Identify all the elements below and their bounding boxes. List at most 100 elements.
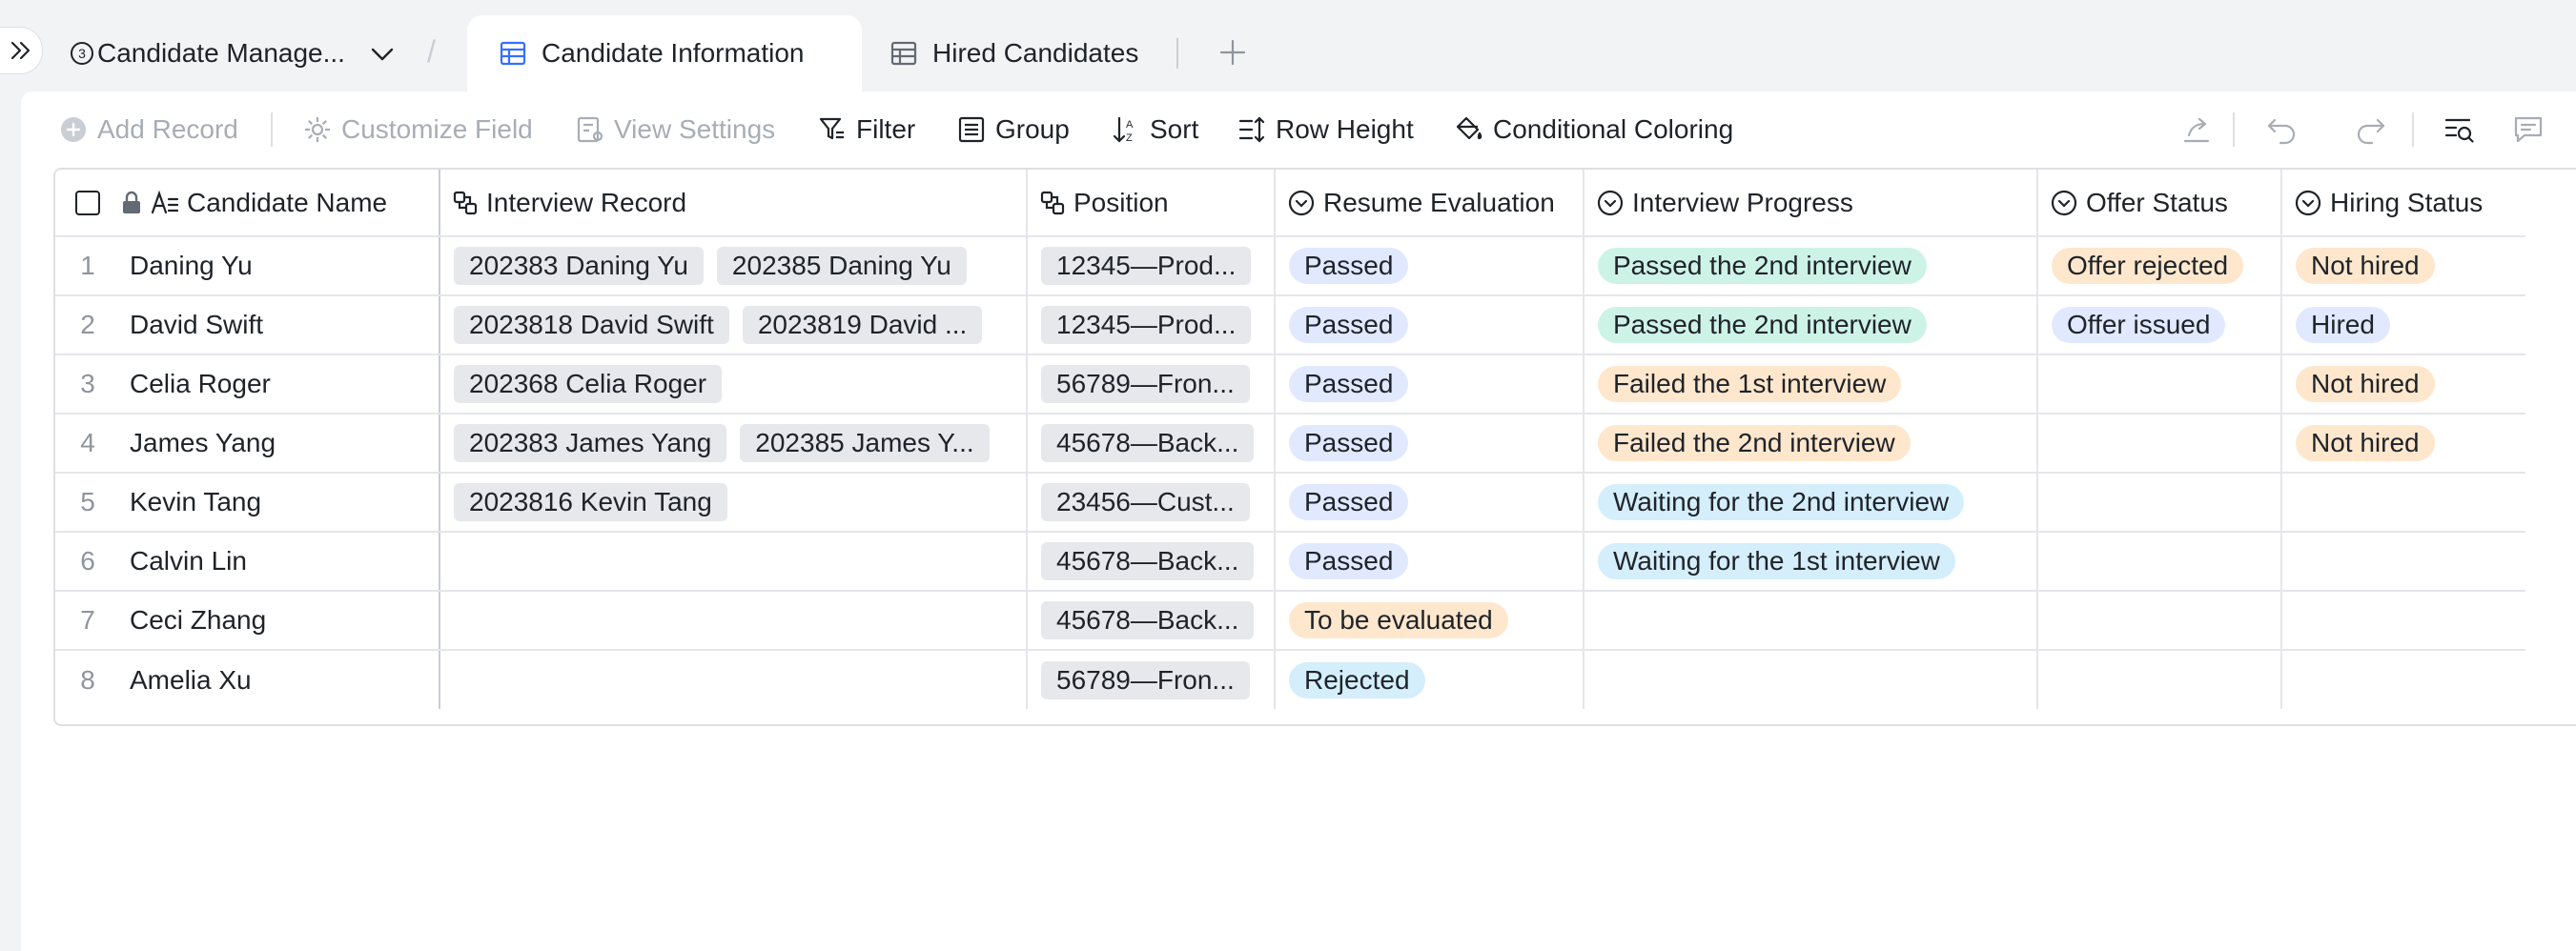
customize-field-button[interactable]: Customize Field	[303, 111, 533, 149]
hiring-status-cell[interactable]: Not hired	[2281, 236, 2525, 296]
hiring-status-cell[interactable]: Not hired	[2281, 354, 2525, 415]
position-cell[interactable]: 45678—Back...	[1027, 591, 1276, 651]
resume-evaluation-cell[interactable]: Passed	[1275, 236, 1584, 296]
interview-progress-cell[interactable]: Passed the 2nd interview	[1584, 236, 2038, 296]
position-cell[interactable]: 56789—Fron...	[1027, 354, 1276, 415]
row-height-button[interactable]: Row Height	[1237, 111, 1414, 149]
hiring-status-cell[interactable]	[2281, 650, 2525, 709]
resume-evaluation-cell[interactable]: Passed	[1275, 295, 1584, 355]
interview-record-cell[interactable]: 2023818 David Swift 2023819 David ...	[440, 295, 1028, 355]
search-records-icon[interactable]	[2443, 112, 2477, 147]
linked-record-tag[interactable]: 202368 Celia Roger	[454, 365, 723, 403]
position-cell[interactable]: 45678—Back...	[1027, 414, 1276, 474]
position-cell[interactable]: 12345—Prod...	[1027, 295, 1276, 355]
tab-hired-candidates[interactable]: Hired Candidates	[890, 15, 1138, 91]
linked-position-tag[interactable]: 12345—Prod...	[1041, 247, 1252, 285]
interview-progress-cell[interactable]	[1584, 591, 2038, 651]
resume-evaluation-cell[interactable]: To be evaluated	[1275, 591, 1584, 651]
hiring-status-cell[interactable]	[2281, 473, 2525, 533]
candidate-name-cell[interactable]: Ceci Zhang	[120, 591, 440, 651]
offer-status-cell[interactable]	[2037, 591, 2282, 651]
interview-record-cell[interactable]	[440, 532, 1028, 592]
offer-status-cell[interactable]	[2037, 532, 2282, 592]
interview-progress-cell[interactable]	[1584, 650, 2038, 709]
offer-status-cell[interactable]	[2037, 473, 2282, 533]
tab-candidate-information[interactable]: Candidate Information	[467, 15, 862, 91]
column-header-offer-status[interactable]: Offer Status	[2037, 170, 2282, 237]
column-header-candidate-name[interactable]: Candidate Name	[120, 170, 440, 237]
select-all-header[interactable]	[55, 170, 120, 237]
add-record-button[interactable]: Add Record	[59, 111, 238, 149]
interview-record-cell[interactable]: 202383 Daning Yu 202385 Daning Yu	[440, 236, 1028, 296]
linked-record-tag[interactable]: 202383 Daning Yu	[454, 247, 704, 285]
offer-status-cell[interactable]	[2037, 650, 2282, 709]
group-button[interactable]: Group	[957, 111, 1070, 149]
redo-icon[interactable]	[2353, 112, 2387, 147]
linked-record-tag[interactable]: 202383 James Yang	[454, 424, 727, 462]
offer-status-cell[interactable]	[2037, 354, 2282, 415]
candidate-name-cell[interactable]: David Swift	[120, 295, 440, 355]
linked-record-tag[interactable]: 2023816 Kevin Tang	[454, 483, 727, 521]
comment-icon[interactable]	[2511, 112, 2545, 147]
candidate-name-cell[interactable]: James Yang	[120, 414, 440, 474]
candidate-name-cell[interactable]: Calvin Lin	[120, 532, 440, 592]
resume-evaluation-cell[interactable]: Passed	[1275, 473, 1584, 533]
interview-record-cell[interactable]	[440, 650, 1028, 709]
undo-icon[interactable]	[2265, 112, 2300, 147]
share-icon[interactable]	[2179, 112, 2214, 147]
linked-position-tag[interactable]: 56789—Fron...	[1041, 660, 1250, 699]
sort-button[interactable]: AZ Sort	[1112, 111, 1198, 149]
linked-position-tag[interactable]: 45678—Back...	[1041, 424, 1255, 462]
select-all-checkbox[interactable]	[75, 190, 100, 215]
resume-evaluation-cell[interactable]: Rejected	[1275, 650, 1584, 709]
interview-progress-cell[interactable]: Passed the 2nd interview	[1584, 295, 2038, 355]
interview-progress-cell[interactable]: Failed the 2nd interview	[1584, 414, 2038, 474]
interview-progress-cell[interactable]: Failed the 1st interview	[1584, 354, 2038, 415]
plus-icon[interactable]	[1216, 36, 1249, 69]
column-header-position[interactable]: Position	[1027, 170, 1276, 237]
linked-record-tag[interactable]: 202385 Daning Yu	[716, 247, 967, 285]
column-header-interview-progress[interactable]: Interview Progress	[1584, 170, 2038, 237]
conditional-coloring-button[interactable]: Conditional Coloring	[1455, 111, 1733, 149]
interview-progress-cell[interactable]: Waiting for the 2nd interview	[1584, 473, 2038, 533]
interview-record-cell[interactable]: 202383 James Yang 202385 James Y...	[440, 414, 1028, 474]
resume-evaluation-cell[interactable]: Passed	[1275, 354, 1584, 415]
interview-record-cell[interactable]: 202368 Celia Roger	[440, 354, 1028, 415]
offer-status-cell[interactable]	[2037, 414, 2282, 474]
interview-record-cell[interactable]	[440, 591, 1028, 651]
column-header-hiring-status[interactable]: Hiring Status	[2281, 170, 2525, 237]
position-cell[interactable]: 56789—Fron...	[1027, 650, 1276, 709]
linked-position-tag[interactable]: 56789—Fron...	[1041, 365, 1250, 403]
linked-position-tag[interactable]: 23456—Cust...	[1041, 483, 1250, 521]
filter-button[interactable]: Filter	[818, 111, 915, 149]
linked-position-tag[interactable]: 45678—Back...	[1041, 601, 1255, 639]
hiring-status-cell[interactable]: Hired	[2281, 295, 2525, 355]
position-cell[interactable]: 23456—Cust...	[1027, 473, 1276, 533]
resume-evaluation-cell[interactable]: Passed	[1275, 532, 1584, 592]
hiring-status-cell[interactable]	[2281, 532, 2525, 592]
offer-status-cell[interactable]: Offer rejected	[2037, 236, 2282, 296]
hiring-status-cell[interactable]: Not hired	[2281, 414, 2525, 474]
interview-record-cell[interactable]: 2023816 Kevin Tang	[440, 473, 1028, 533]
position-cell[interactable]: 12345—Prod...	[1027, 236, 1276, 296]
linked-position-tag[interactable]: 45678—Back...	[1041, 542, 1255, 580]
candidate-name-cell[interactable]: Daning Yu	[120, 236, 440, 296]
column-header-resume-evaluation[interactable]: Resume Evaluation	[1275, 170, 1584, 237]
column-header-interview-record[interactable]: Interview Record	[440, 170, 1028, 237]
base-title[interactable]: 3 Candidate Manage...	[71, 27, 345, 80]
expand-sidebar-button[interactable]	[0, 27, 43, 74]
offer-status-cell[interactable]: Offer issued	[2037, 295, 2282, 355]
linked-position-tag[interactable]: 12345—Prod...	[1041, 306, 1252, 344]
linked-record-tag[interactable]: 202385 James Y...	[740, 424, 990, 462]
resume-evaluation-cell[interactable]: Passed	[1275, 414, 1584, 474]
interview-progress-cell[interactable]: Waiting for the 1st interview	[1584, 532, 2038, 592]
linked-record-tag[interactable]: 2023818 David Swift	[454, 306, 729, 344]
candidate-name-cell[interactable]: Celia Roger	[120, 354, 440, 415]
linked-record-tag[interactable]: 2023819 David ...	[742, 306, 983, 344]
candidate-name-cell[interactable]: Kevin Tang	[120, 473, 440, 533]
position-cell[interactable]: 45678—Back...	[1027, 532, 1276, 592]
hiring-status-cell[interactable]	[2281, 591, 2525, 651]
view-settings-button[interactable]: View Settings	[576, 111, 775, 149]
candidate-name-cell[interactable]: Amelia Xu	[120, 650, 440, 709]
chevron-down-icon[interactable]	[366, 38, 399, 71]
